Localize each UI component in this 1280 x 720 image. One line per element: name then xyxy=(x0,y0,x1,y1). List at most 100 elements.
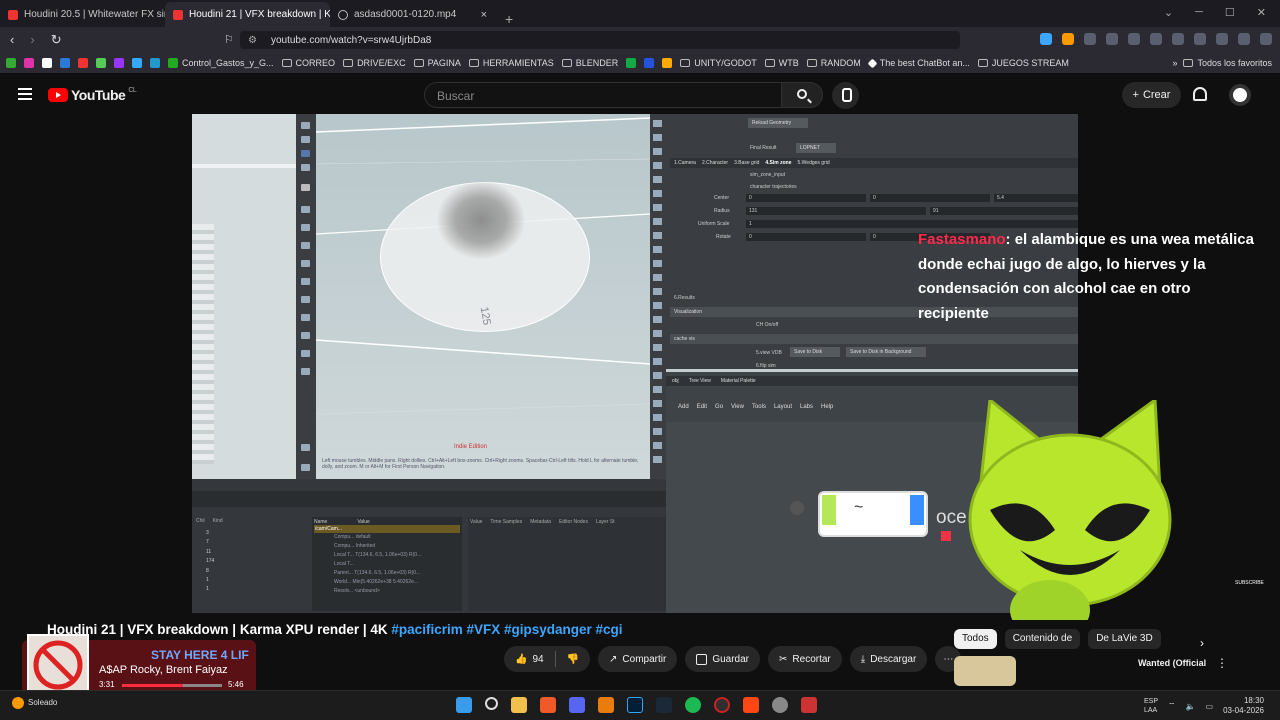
tab-list-icon[interactable]: ⌄ xyxy=(1164,6,1173,19)
menu-tools[interactable]: Tools xyxy=(752,404,766,414)
bookmark-icon-only[interactable] xyxy=(132,58,142,68)
maximize-icon[interactable]: ☐ xyxy=(1225,6,1235,19)
clip-button[interactable]: ✂ Recortar xyxy=(768,646,842,672)
bookmark-folder[interactable]: HERRAMIENTAS xyxy=(468,58,554,68)
tab-value[interactable]: Value xyxy=(470,519,482,525)
chip-related[interactable]: De LaVie 3D xyxy=(1088,629,1161,649)
bookmark-icon-only[interactable] xyxy=(662,58,673,68)
list-item[interactable]: 174 xyxy=(206,557,296,566)
table-row[interactable]: Compu... Inherited xyxy=(334,542,460,551)
create-button[interactable]: + Crear xyxy=(1122,82,1181,108)
chevron-right-icon[interactable]: › xyxy=(1200,636,1204,650)
table-row[interactable]: Compu... default xyxy=(334,533,460,542)
related-title[interactable]: Wanted (Official xyxy=(1138,658,1206,668)
table-row[interactable]: Parent... T(134.6, 6.5, 1.06e+03) R(0... xyxy=(334,569,460,578)
chevron-right-icon[interactable]: » xyxy=(1172,58,1177,68)
windows-start-icon[interactable] xyxy=(456,697,472,713)
bookmark-icon-only[interactable] xyxy=(42,58,52,68)
save-button[interactable]: Guardar xyxy=(685,646,761,672)
tab-layer-stack[interactable]: Layer St xyxy=(596,519,615,525)
extension-icon[interactable] xyxy=(1194,33,1206,45)
bookmark-item[interactable]: The best ChatBot an... xyxy=(867,58,970,68)
list-item[interactable]: 8 xyxy=(206,567,296,576)
bookmark-folder[interactable]: JUEGOS STREAM xyxy=(977,58,1069,68)
extension-icon[interactable] xyxy=(1150,33,1162,45)
table-row[interactable]: World... Min(5.40262e+38 5.40262e... xyxy=(334,578,460,587)
obs-icon[interactable] xyxy=(714,697,730,713)
clock[interactable]: 18:30 03-04-2026 xyxy=(1223,696,1264,716)
browser-tab[interactable]: Houdini 20.5 | Whitewater FX simulat× xyxy=(0,2,165,27)
wifi-icon[interactable]: ⌔ xyxy=(1168,701,1176,711)
list-item[interactable]: 3 xyxy=(206,529,296,538)
center-z-field[interactable]: 5.4 xyxy=(994,194,1078,202)
close-tab-icon[interactable]: × xyxy=(481,9,487,21)
bookmark-folder[interactable]: WTB xyxy=(764,58,799,68)
timeline-strip[interactable] xyxy=(192,491,666,507)
lopnet-button[interactable]: LOPNET xyxy=(796,143,836,153)
more-icon[interactable]: ⋮ xyxy=(1216,656,1228,670)
voice-search-icon[interactable] xyxy=(832,82,859,109)
menu-help[interactable]: Help xyxy=(821,404,833,414)
app-icon[interactable] xyxy=(772,697,788,713)
spotify-icon[interactable] xyxy=(685,697,701,713)
related-thumbnail[interactable] xyxy=(954,656,1016,686)
table-row[interactable]: Local T... T(134.6, 6.5, 1.06e+03) R(0..… xyxy=(334,551,460,560)
menu-layout[interactable]: Layout xyxy=(774,404,792,414)
discord-icon[interactable] xyxy=(569,697,585,713)
list-item[interactable]: 7 xyxy=(206,538,296,547)
search-button[interactable] xyxy=(781,82,823,108)
tab-tree-view[interactable]: Tree View xyxy=(689,378,711,384)
brave-icon[interactable] xyxy=(540,697,556,713)
dislike-button[interactable]: 👎 xyxy=(556,646,590,672)
extension-icon[interactable] xyxy=(1106,33,1118,45)
extension-icon[interactable] xyxy=(1238,33,1250,45)
related-video-item[interactable]: Wanted (Official ⋮ xyxy=(954,656,1228,686)
bookmark-folder[interactable]: CORREO xyxy=(281,58,335,68)
menu-icon[interactable] xyxy=(1260,33,1272,45)
new-tab-button[interactable]: + xyxy=(495,11,523,27)
extension-icon[interactable] xyxy=(1062,33,1074,45)
steam-icon[interactable] xyxy=(656,697,672,713)
3d-viewport[interactable]: 125 Indie Edition Left mouse tumbles. Mi… xyxy=(316,114,650,479)
tab-base-grid[interactable]: 3.Base grid xyxy=(734,160,759,166)
all-bookmarks[interactable]: » Todos los favoritos xyxy=(1172,58,1272,68)
bookmark-folder[interactable]: UNITY/GODOT xyxy=(680,58,757,68)
houdini-icon[interactable] xyxy=(743,697,759,713)
tab-wedges-grid[interactable]: 5.Wedges grid xyxy=(798,160,830,166)
uniform-scale-field[interactable]: 1 xyxy=(746,220,1078,228)
rotate-x-field[interactable]: 0 xyxy=(746,233,866,241)
bookmark-icon-only[interactable] xyxy=(24,58,34,68)
table-row[interactable]: /cam/Cam... xyxy=(314,525,460,533)
battery-icon[interactable]: ▭ xyxy=(1206,702,1214,711)
chip-channel[interactable]: Contenido de xyxy=(1004,629,1081,649)
minimize-icon[interactable]: ─ xyxy=(1195,6,1203,19)
photoshop-icon[interactable] xyxy=(627,697,643,713)
menu-edit[interactable]: Edit xyxy=(697,404,707,414)
back-icon[interactable]: ‹ xyxy=(10,32,14,48)
tab-sim-zone[interactable]: 4.Sim zone xyxy=(765,160,791,166)
bookmark-icon-only[interactable] xyxy=(114,58,124,68)
extension-icon[interactable] xyxy=(1216,33,1228,45)
extension-icon[interactable] xyxy=(1172,33,1184,45)
menu-view[interactable]: View xyxy=(731,404,744,414)
bookmark-icon-only[interactable] xyxy=(644,58,655,68)
bookmark-folder[interactable]: DRIVE/EXC xyxy=(343,58,406,68)
save-to-disk-button[interactable]: Save to Disk xyxy=(790,347,840,357)
center-x-field[interactable]: 0 xyxy=(746,194,866,202)
radius-y-field[interactable]: 91 xyxy=(930,207,1078,215)
list-item[interactable]: 11 xyxy=(206,548,296,557)
menu-go[interactable]: Go xyxy=(715,404,723,414)
save-to-disk-bg-button[interactable]: Save to Disk in Background xyxy=(846,347,926,357)
bookmark-icon-only[interactable] xyxy=(78,58,88,68)
reload-geometry-button[interactable]: Reload Geometry xyxy=(748,118,808,128)
menu-icon[interactable] xyxy=(18,88,32,100)
bookmark-icon-only[interactable] xyxy=(6,58,16,68)
volume-icon[interactable]: 🔈 xyxy=(1186,702,1196,711)
list-item[interactable]: 1 xyxy=(206,585,296,594)
tab-camera[interactable]: 1.Camera xyxy=(674,160,696,166)
menu-labs[interactable]: Labs xyxy=(800,404,813,414)
tab-material-palette[interactable]: Material Palette xyxy=(721,378,756,384)
bookmark-icon-only[interactable] xyxy=(60,58,70,68)
extension-icon[interactable] xyxy=(1040,33,1052,45)
site-info-icon[interactable]: ⚙ xyxy=(248,35,257,46)
